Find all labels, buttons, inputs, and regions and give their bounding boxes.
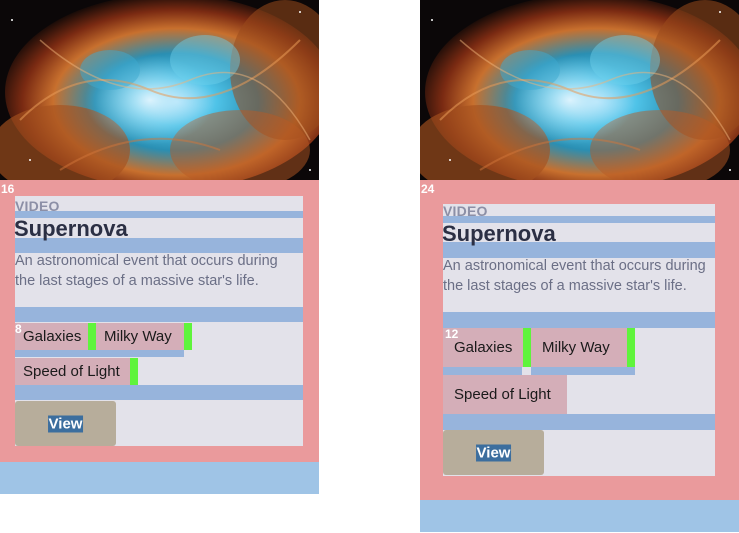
tag-gap <box>130 358 138 385</box>
eyebrow-label: VIDEO <box>15 198 60 214</box>
gap-label: 8 <box>15 322 22 336</box>
padding-label: 16 <box>1 182 15 196</box>
tag-galaxies[interactable]: Galaxies <box>15 323 88 350</box>
card-description: An astronomical event that occurs during… <box>443 258 706 294</box>
hero-image <box>420 0 739 180</box>
card-description: An astronomical event that occurs during… <box>15 253 278 289</box>
margin-band <box>15 350 184 357</box>
card-footer <box>0 462 319 494</box>
padding-label: 24 <box>421 182 435 196</box>
card-1: 16 VIDEO Supernova An astronomical event… <box>0 0 319 494</box>
card-footer <box>420 500 739 532</box>
tag-gap <box>523 328 531 367</box>
margin-band <box>15 385 303 400</box>
tag-milky-way[interactable]: Milky Way <box>96 323 184 350</box>
view-button-label: View <box>475 444 512 461</box>
card-title: Supernova <box>14 216 128 241</box>
margin-band <box>443 414 715 430</box>
tag-speed-of-light[interactable]: Speed of Light <box>15 358 130 385</box>
tag-milky-way[interactable]: Milky Way <box>531 328 627 367</box>
margin-band <box>531 367 635 375</box>
gap-label: 12 <box>445 327 459 341</box>
tag-gap <box>88 323 96 350</box>
card-title: Supernova <box>442 221 556 246</box>
hero-image <box>0 0 319 180</box>
eyebrow-label: VIDEO <box>443 203 488 219</box>
margin-band <box>15 307 303 322</box>
view-button[interactable]: View <box>15 401 116 446</box>
margin-band <box>443 367 522 375</box>
margin-band <box>443 312 715 328</box>
card-2: 24 VIDEO Supernova An astronomical event… <box>420 0 739 532</box>
view-button-label: View <box>47 415 84 432</box>
view-button[interactable]: View <box>443 430 544 475</box>
tag-speed-of-light[interactable]: Speed of Light <box>443 375 567 414</box>
tag-gap <box>184 323 192 350</box>
tag-gap <box>627 328 635 367</box>
